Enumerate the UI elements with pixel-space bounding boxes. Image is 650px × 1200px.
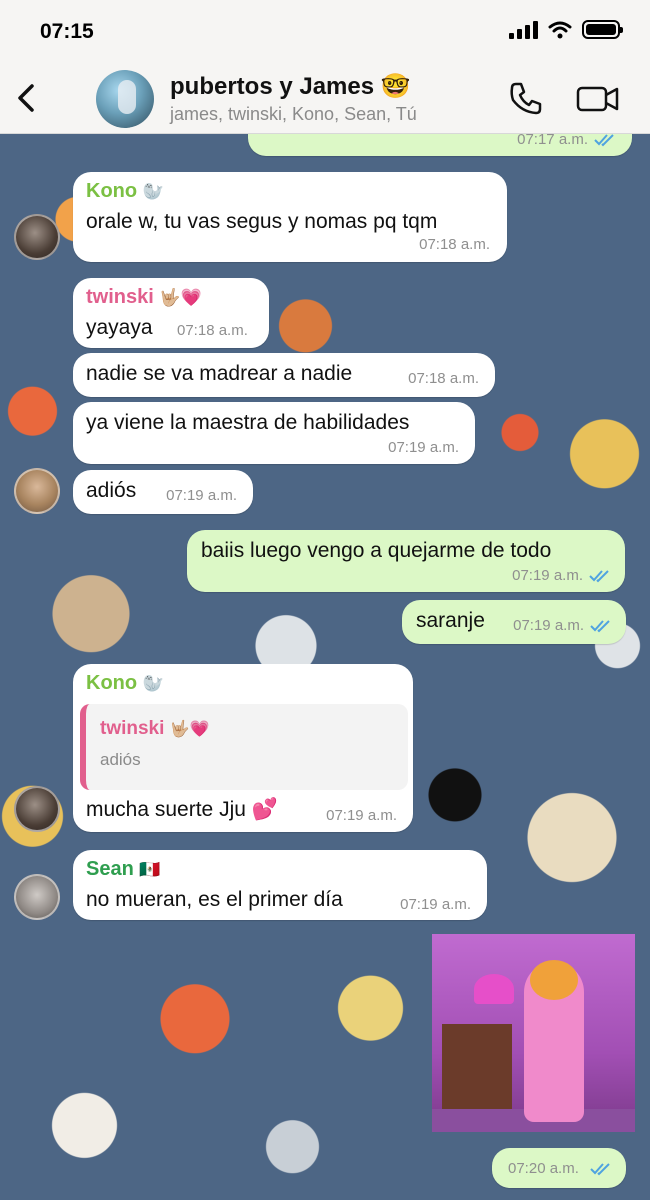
double-check-icon [590, 620, 610, 633]
status-icons [509, 20, 623, 39]
message-time: 07:19 a.m. [512, 567, 583, 584]
sender-name[interactable]: Sean 🇲🇽 [86, 858, 161, 881]
message-in[interactable]: ya viene la maestra de habilidades 07:19… [73, 402, 475, 464]
back-arrow-icon[interactable] [12, 78, 42, 118]
quoted-sender: twinski 🤟🏼💗 [100, 718, 210, 740]
sender-name[interactable]: twinski 🤟🏼💗 [86, 286, 202, 309]
battery-icon [582, 20, 623, 39]
message-time: 07:20 a.m. [508, 1160, 579, 1177]
message-text: adiós [86, 479, 137, 502]
message-time: 07:19 a.m. [388, 439, 459, 456]
avatar[interactable] [14, 468, 60, 514]
message-time: 07:19 a.m. [513, 617, 584, 634]
video-camera-icon[interactable] [575, 82, 621, 116]
message-in[interactable]: Sean 🇲🇽 no mueran, es el primer día 07:1… [73, 850, 487, 920]
sender-label: Kono [86, 180, 138, 202]
quoted-sender-label: twinski [100, 718, 165, 739]
group-avatar[interactable] [96, 70, 154, 128]
quoted-sender-emoji: 🤟🏼💗 [169, 721, 210, 738]
message-text: orale w, tu vas segus y nomas pq tqm [86, 210, 438, 233]
message-text: no mueran, es el primer día [86, 888, 343, 911]
sender-name[interactable]: Kono 🦭 [86, 180, 164, 203]
message-text: saranje [416, 609, 485, 632]
message-time: 07:18 a.m. [408, 370, 479, 387]
image-message[interactable] [432, 934, 635, 1132]
message-time: 07:18 a.m. [419, 236, 490, 253]
sender-emoji: 🤟🏼💗 [159, 288, 202, 307]
sender-label: twinski [86, 286, 154, 308]
image-hair [530, 960, 578, 1000]
double-check-icon [590, 1163, 610, 1176]
double-check-icon [594, 134, 614, 147]
message-text: yayaya [86, 316, 153, 339]
sender-emoji: 🦭 [142, 674, 164, 693]
message-text: baiis luego vengo a quejarme de todo [201, 539, 552, 562]
message-out[interactable]: 07:17 a.m. [248, 134, 632, 156]
quoted-text: adiós [100, 750, 141, 769]
message-in[interactable]: twinski 🤟🏼💗 yayaya 07:18 a.m. [73, 278, 269, 348]
sender-name[interactable]: Kono 🦭 [86, 672, 164, 695]
quoted-message[interactable]: twinski 🤟🏼💗 adiós [80, 704, 408, 790]
message-in[interactable]: nadie se va madrear a nadie 07:18 a.m. [73, 353, 495, 397]
avatar[interactable] [14, 874, 60, 920]
message-time: 07:19 a.m. [326, 807, 397, 824]
sender-label: Sean [86, 858, 134, 880]
sender-emoji: 🦭 [142, 182, 164, 201]
message-in[interactable]: Kono 🦭 twinski 🤟🏼💗 adiós mucha suerte Jj… [73, 664, 413, 832]
message-time: 07:17 a.m. [517, 134, 588, 148]
message-time: 07:18 a.m. [177, 322, 248, 339]
chat-area[interactable]: 07:17 a.m. Kono 🦭 orale w, tu vas segus … [0, 134, 650, 1200]
sender-label: Kono [86, 672, 138, 694]
message-text: nadie se va madrear a nadie [86, 362, 353, 385]
chat-header: pubertos y James 🤓 james, twinski, Kono,… [0, 62, 650, 134]
message-out[interactable]: baiis luego vengo a quejarme de todo 07:… [187, 530, 625, 592]
avatar[interactable] [14, 214, 60, 260]
status-bar: 07:15 [0, 0, 650, 62]
group-members[interactable]: james, twinski, Kono, Sean, Tú [170, 104, 417, 125]
phone-icon[interactable] [508, 80, 544, 116]
signal-icon [509, 20, 538, 39]
message-time: 07:19 a.m. [400, 896, 471, 913]
group-title[interactable]: pubertos y James 🤓 [170, 72, 411, 101]
message-time: 07:19 a.m. [166, 487, 237, 504]
message-out[interactable]: saranje 07:19 a.m. [402, 600, 626, 644]
message-out[interactable]: 07:20 a.m. [492, 1148, 626, 1188]
image-lamp [474, 974, 514, 1004]
wifi-icon [548, 21, 572, 38]
message-text: ya viene la maestra de habilidades [86, 411, 410, 434]
message-in[interactable]: Kono 🦭 orale w, tu vas segus y nomas pq … [73, 172, 507, 262]
status-time: 07:15 [40, 20, 94, 43]
message-text: mucha suerte Jju 💕 [86, 798, 278, 821]
double-check-icon [589, 570, 609, 583]
message-in[interactable]: adiós 07:19 a.m. [73, 470, 253, 514]
avatar[interactable] [14, 786, 60, 832]
sender-emoji: 🇲🇽 [139, 860, 161, 879]
